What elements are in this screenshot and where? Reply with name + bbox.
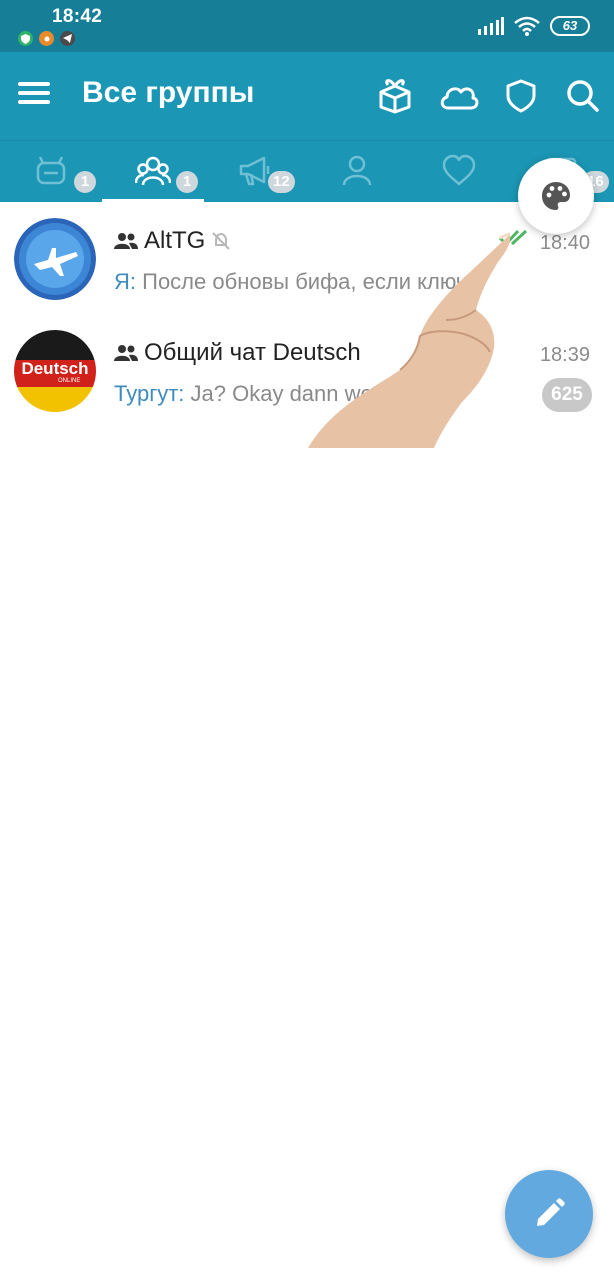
user-icon xyxy=(342,155,372,186)
tab-badge: 12 xyxy=(268,171,295,193)
avatar-sublabel: ONLINE xyxy=(58,378,81,384)
status-time: 18:42 xyxy=(52,6,103,27)
cloud-icon[interactable] xyxy=(438,77,480,115)
tab-channels[interactable]: 12 xyxy=(204,141,306,203)
chat-name: AltTG xyxy=(144,227,206,254)
tab-groups[interactable]: 1 xyxy=(102,141,204,203)
status-bar: 18:42 63 xyxy=(0,0,614,52)
tab-favorites[interactable] xyxy=(408,141,510,203)
chat-time: 18:40 xyxy=(539,232,590,254)
gift-box-icon[interactable] xyxy=(376,77,414,115)
muted-icon xyxy=(212,232,231,250)
notification-icons xyxy=(18,31,75,46)
chat-sender: Тургут: xyxy=(114,381,185,406)
palette-icon xyxy=(542,182,570,210)
app-header: Все группы xyxy=(0,52,614,140)
pointing-hand-icon xyxy=(308,232,510,448)
avatar-label: Deutsch xyxy=(21,359,89,378)
heart-icon xyxy=(442,154,476,186)
signal-icon xyxy=(478,17,504,35)
tab-bots[interactable]: 1 xyxy=(0,141,102,203)
chat-sender: Я: xyxy=(114,269,136,294)
palette-button[interactable] xyxy=(518,158,594,234)
shield-icon[interactable] xyxy=(502,77,540,115)
tab-users[interactable] xyxy=(306,141,408,203)
wifi-icon xyxy=(514,16,540,36)
avatar: Deutsch ONLINE xyxy=(14,330,96,412)
chat-title: AltTG xyxy=(114,227,231,255)
group-icon xyxy=(114,345,138,361)
chat-time: 18:39 xyxy=(539,344,590,366)
pencil-icon xyxy=(537,1198,565,1226)
tab-badge: 1 xyxy=(176,171,198,193)
group-icon xyxy=(114,233,138,249)
orange-app-icon xyxy=(39,31,54,46)
unread-badge: 625 xyxy=(542,378,592,412)
compose-button[interactable] xyxy=(505,1170,593,1258)
shield-icon xyxy=(18,31,33,46)
groups-icon xyxy=(135,156,171,186)
search-icon[interactable] xyxy=(564,77,602,115)
bot-icon xyxy=(36,156,66,185)
page-title: Все группы xyxy=(82,76,255,109)
battery-icon: 63 xyxy=(550,16,590,36)
tab-badge: 1 xyxy=(74,171,96,193)
telegram-icon xyxy=(60,31,75,46)
avatar xyxy=(14,218,96,300)
menu-icon[interactable] xyxy=(18,82,50,108)
